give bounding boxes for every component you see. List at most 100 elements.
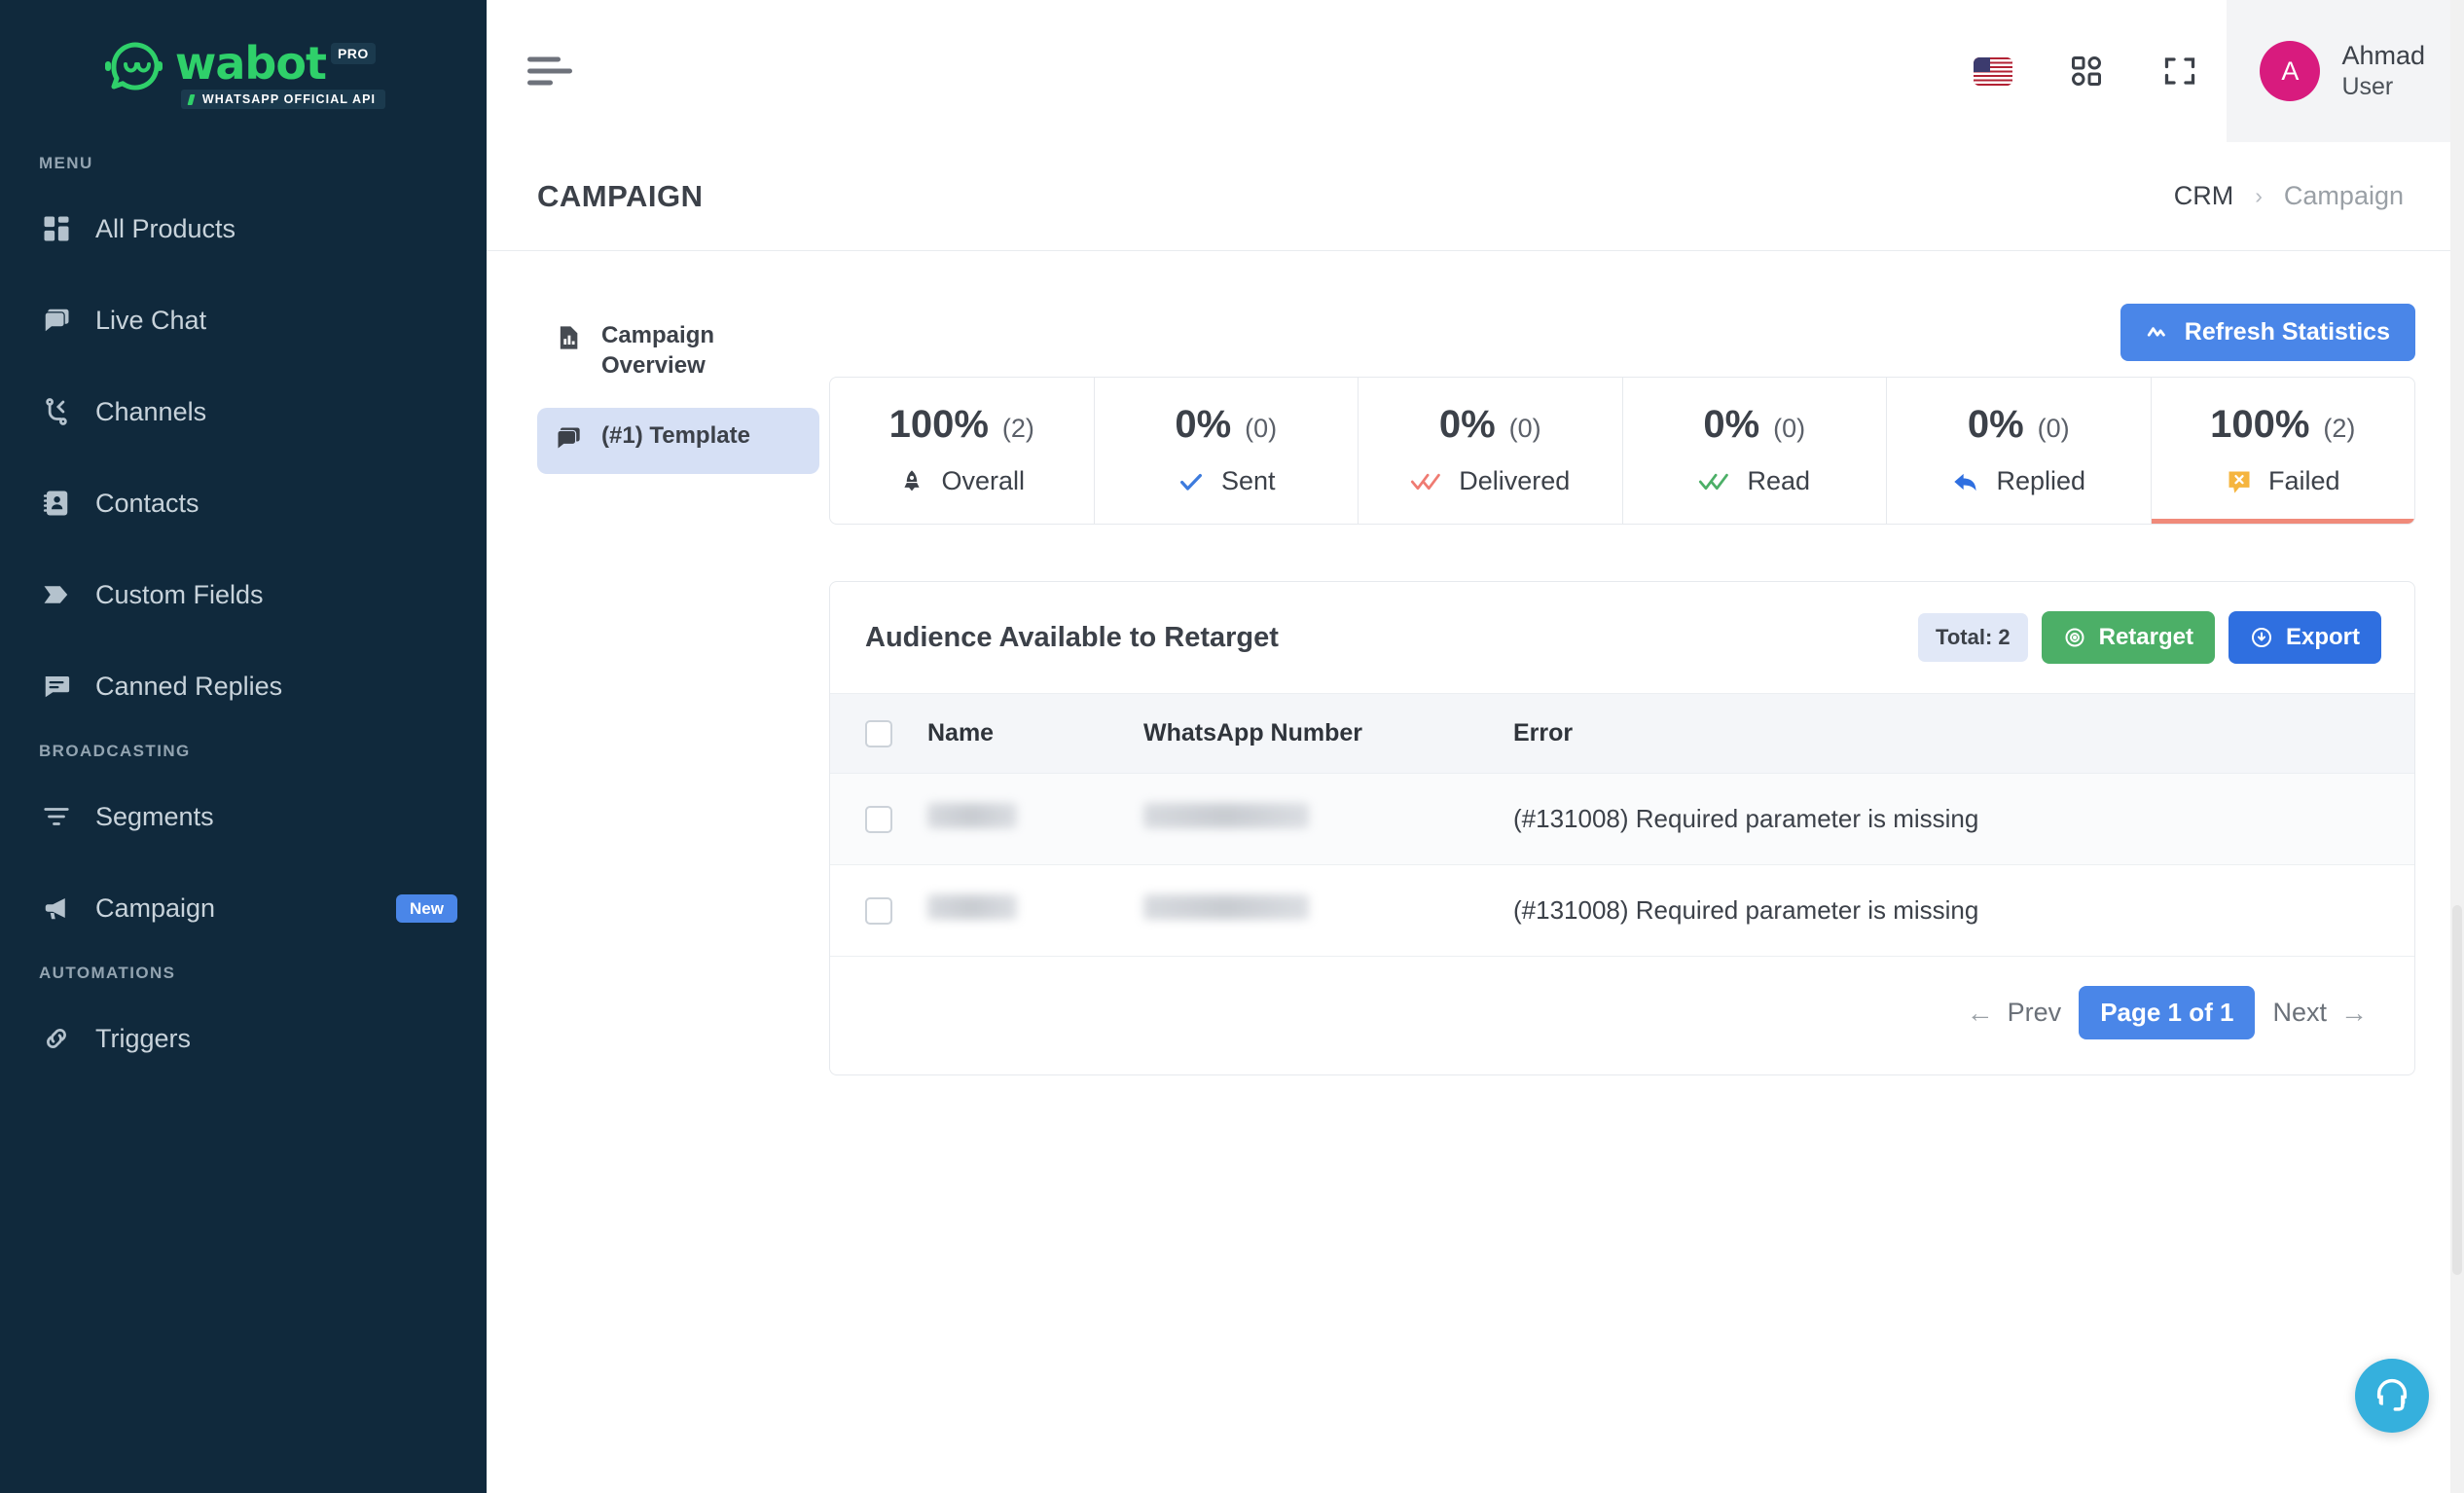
- refresh-statistics-button[interactable]: Refresh Statistics: [2120, 304, 2415, 361]
- sidebar-item-live-chat[interactable]: Live Chat: [0, 274, 487, 366]
- megaphone-icon: [39, 893, 74, 923]
- campaign-panel: Refresh Statistics 100% (2) Overall 0% (…: [829, 304, 2415, 1075]
- total-badge: Total: 2: [1918, 613, 2028, 662]
- stat-card-delivered[interactable]: 0% (0) Delivered: [1359, 378, 1623, 524]
- sidebar-item-triggers[interactable]: Triggers: [0, 993, 487, 1084]
- breadcrumb-root[interactable]: CRM: [2174, 181, 2234, 211]
- topbar: A Ahmad User: [487, 0, 2464, 142]
- redacted-number: [1143, 803, 1309, 828]
- export-button[interactable]: Export: [2228, 611, 2381, 664]
- cell-whatsapp-number: [1143, 864, 1513, 957]
- export-label: Export: [2285, 624, 2360, 650]
- table-header-row: Name WhatsApp Number Error: [830, 693, 2414, 774]
- stat-percent: 100%: [2210, 403, 2310, 446]
- stat-count: (0): [2037, 414, 2070, 443]
- app-root: wabot PRO WHATSAPP OFFICIAL API MENU All…: [0, 0, 2464, 1493]
- sidebar-item-label: Triggers: [95, 1023, 192, 1053]
- cell-error: (#131008) Required parameter is missing: [1513, 773, 2414, 865]
- user-role: User: [2341, 73, 2394, 101]
- cell-name: [927, 773, 1143, 865]
- audience-card: Audience Available to Retarget Total: 2 …: [829, 581, 2415, 1075]
- sidebar-item-channels[interactable]: Channels: [0, 366, 487, 457]
- scrollbar-thumb[interactable]: [2452, 905, 2462, 1275]
- canned-reply-icon: [39, 672, 74, 701]
- row-select-cell: [830, 864, 927, 957]
- sidebar-item-label: Campaign: [95, 892, 216, 923]
- topbar-actions: A Ahmad User: [1946, 0, 2464, 142]
- sidebar-item-contacts[interactable]: Contacts: [0, 457, 487, 549]
- tab-template-1[interactable]: (#1) Template: [537, 408, 819, 475]
- stat-percent: 0%: [1175, 403, 1232, 446]
- brand-tagline: WHATSAPP OFFICIAL API: [180, 90, 386, 109]
- current-page-indicator[interactable]: Page 1 of 1: [2079, 986, 2256, 1039]
- next-arrow-icon[interactable]: →: [2340, 998, 2368, 1029]
- sidebar-item-label: Live Chat: [95, 305, 207, 335]
- sidebar-item-canned-replies[interactable]: Canned Replies: [0, 640, 487, 732]
- wabot-bubble-icon: [101, 35, 169, 103]
- stat-count: (2): [1001, 414, 1034, 443]
- fullscreen-icon[interactable]: [2133, 0, 2227, 142]
- tab-label: Campaign Overview: [601, 322, 715, 379]
- stat-card-replied[interactable]: 0% (0) Replied: [1887, 378, 2152, 524]
- stat-count: (0): [1773, 414, 1806, 443]
- sidebar-item-custom-fields[interactable]: Custom Fields: [0, 549, 487, 640]
- sidebar-item-label: All Products: [95, 213, 236, 243]
- stat-percent: 100%: [888, 403, 989, 446]
- campaign-tabs: Campaign Overview (#1) Template: [537, 304, 819, 1075]
- stat-label: Delivered: [1459, 466, 1571, 495]
- channels-icon: [39, 397, 74, 426]
- sidebar-item-segments[interactable]: Segments: [0, 771, 487, 862]
- statistics-strip: 100% (2) Overall 0% (0) Sent 0% (0) Deli…: [829, 377, 2415, 525]
- audience-table: Name WhatsApp Number Error (#131008) Req…: [830, 693, 2414, 957]
- brand-logo[interactable]: wabot PRO WHATSAPP OFFICIAL API: [0, 0, 487, 144]
- stat-card-overall[interactable]: 100% (2) Overall: [830, 378, 1095, 524]
- sidebar-item-label: Segments: [95, 801, 214, 831]
- stat-percent: 0%: [1438, 403, 1496, 446]
- headset-icon: [2373, 1374, 2411, 1418]
- prev-arrow-icon[interactable]: ←: [1967, 998, 1994, 1029]
- sidebar-item-campaign[interactable]: Campaign New: [0, 862, 487, 954]
- pulse-icon: [2146, 320, 2171, 346]
- row-checkbox[interactable]: [865, 805, 892, 833]
- brand-pro-badge: PRO: [330, 43, 376, 64]
- user-menu[interactable]: A Ahmad User: [2227, 0, 2464, 142]
- audience-title: Audience Available to Retarget: [865, 621, 1279, 653]
- redacted-name: [927, 894, 1017, 920]
- redacted-number: [1143, 894, 1309, 920]
- next-page-button[interactable]: Next: [2272, 998, 2327, 1028]
- select-all-checkbox[interactable]: [865, 719, 892, 747]
- stat-label: Failed: [2267, 466, 2340, 495]
- stat-percent: 0%: [1967, 403, 2024, 446]
- hamburger-icon[interactable]: [527, 56, 572, 86]
- cell-whatsapp-number: [1143, 773, 1513, 865]
- vertical-scrollbar[interactable]: [2450, 0, 2464, 1493]
- brand-wordmark: wabot: [174, 37, 327, 90]
- sidebar-item-all-products[interactable]: All Products: [0, 183, 487, 274]
- apps-grid-icon[interactable]: [2040, 0, 2133, 142]
- stat-card-failed[interactable]: 100% (2) Failed: [2151, 378, 2415, 524]
- column-header-error: Error: [1513, 693, 2414, 774]
- sidebar-item-label: Custom Fields: [95, 579, 264, 609]
- language-selector[interactable]: [1946, 0, 2040, 142]
- support-chat-button[interactable]: [2355, 1359, 2429, 1433]
- tab-label: (#1) Template: [601, 422, 750, 450]
- sidebar-section-menu: MENU: [39, 154, 93, 172]
- download-cloud-icon: [2250, 626, 2273, 649]
- table-row[interactable]: (#131008) Required parameter is missing: [830, 773, 2414, 865]
- tab-campaign-overview[interactable]: Campaign Overview: [537, 308, 819, 394]
- table-row[interactable]: (#131008) Required parameter is missing: [830, 864, 2414, 957]
- column-header-whatsapp-number: WhatsApp Number: [1143, 693, 1513, 774]
- retarget-label: Retarget: [2098, 624, 2193, 650]
- prev-page-button[interactable]: Prev: [2008, 998, 2062, 1028]
- stat-card-sent[interactable]: 0% (0) Sent: [1095, 378, 1359, 524]
- double-check-icon: [1410, 469, 1443, 494]
- retarget-button[interactable]: Retarget: [2041, 611, 2215, 664]
- audience-card-header: Audience Available to Retarget Total: 2 …: [830, 582, 2414, 693]
- chevron-right-icon: ›: [2255, 183, 2263, 208]
- row-checkbox[interactable]: [865, 896, 892, 925]
- pagination: ← Prev Page 1 of 1 Next →: [830, 957, 2414, 1074]
- sidebar-section-automations: AUTOMATIONS: [39, 964, 176, 982]
- rocket-icon: [898, 468, 925, 495]
- stat-card-read[interactable]: 0% (0) Read: [1623, 378, 1887, 524]
- stat-percent: 0%: [1703, 403, 1760, 446]
